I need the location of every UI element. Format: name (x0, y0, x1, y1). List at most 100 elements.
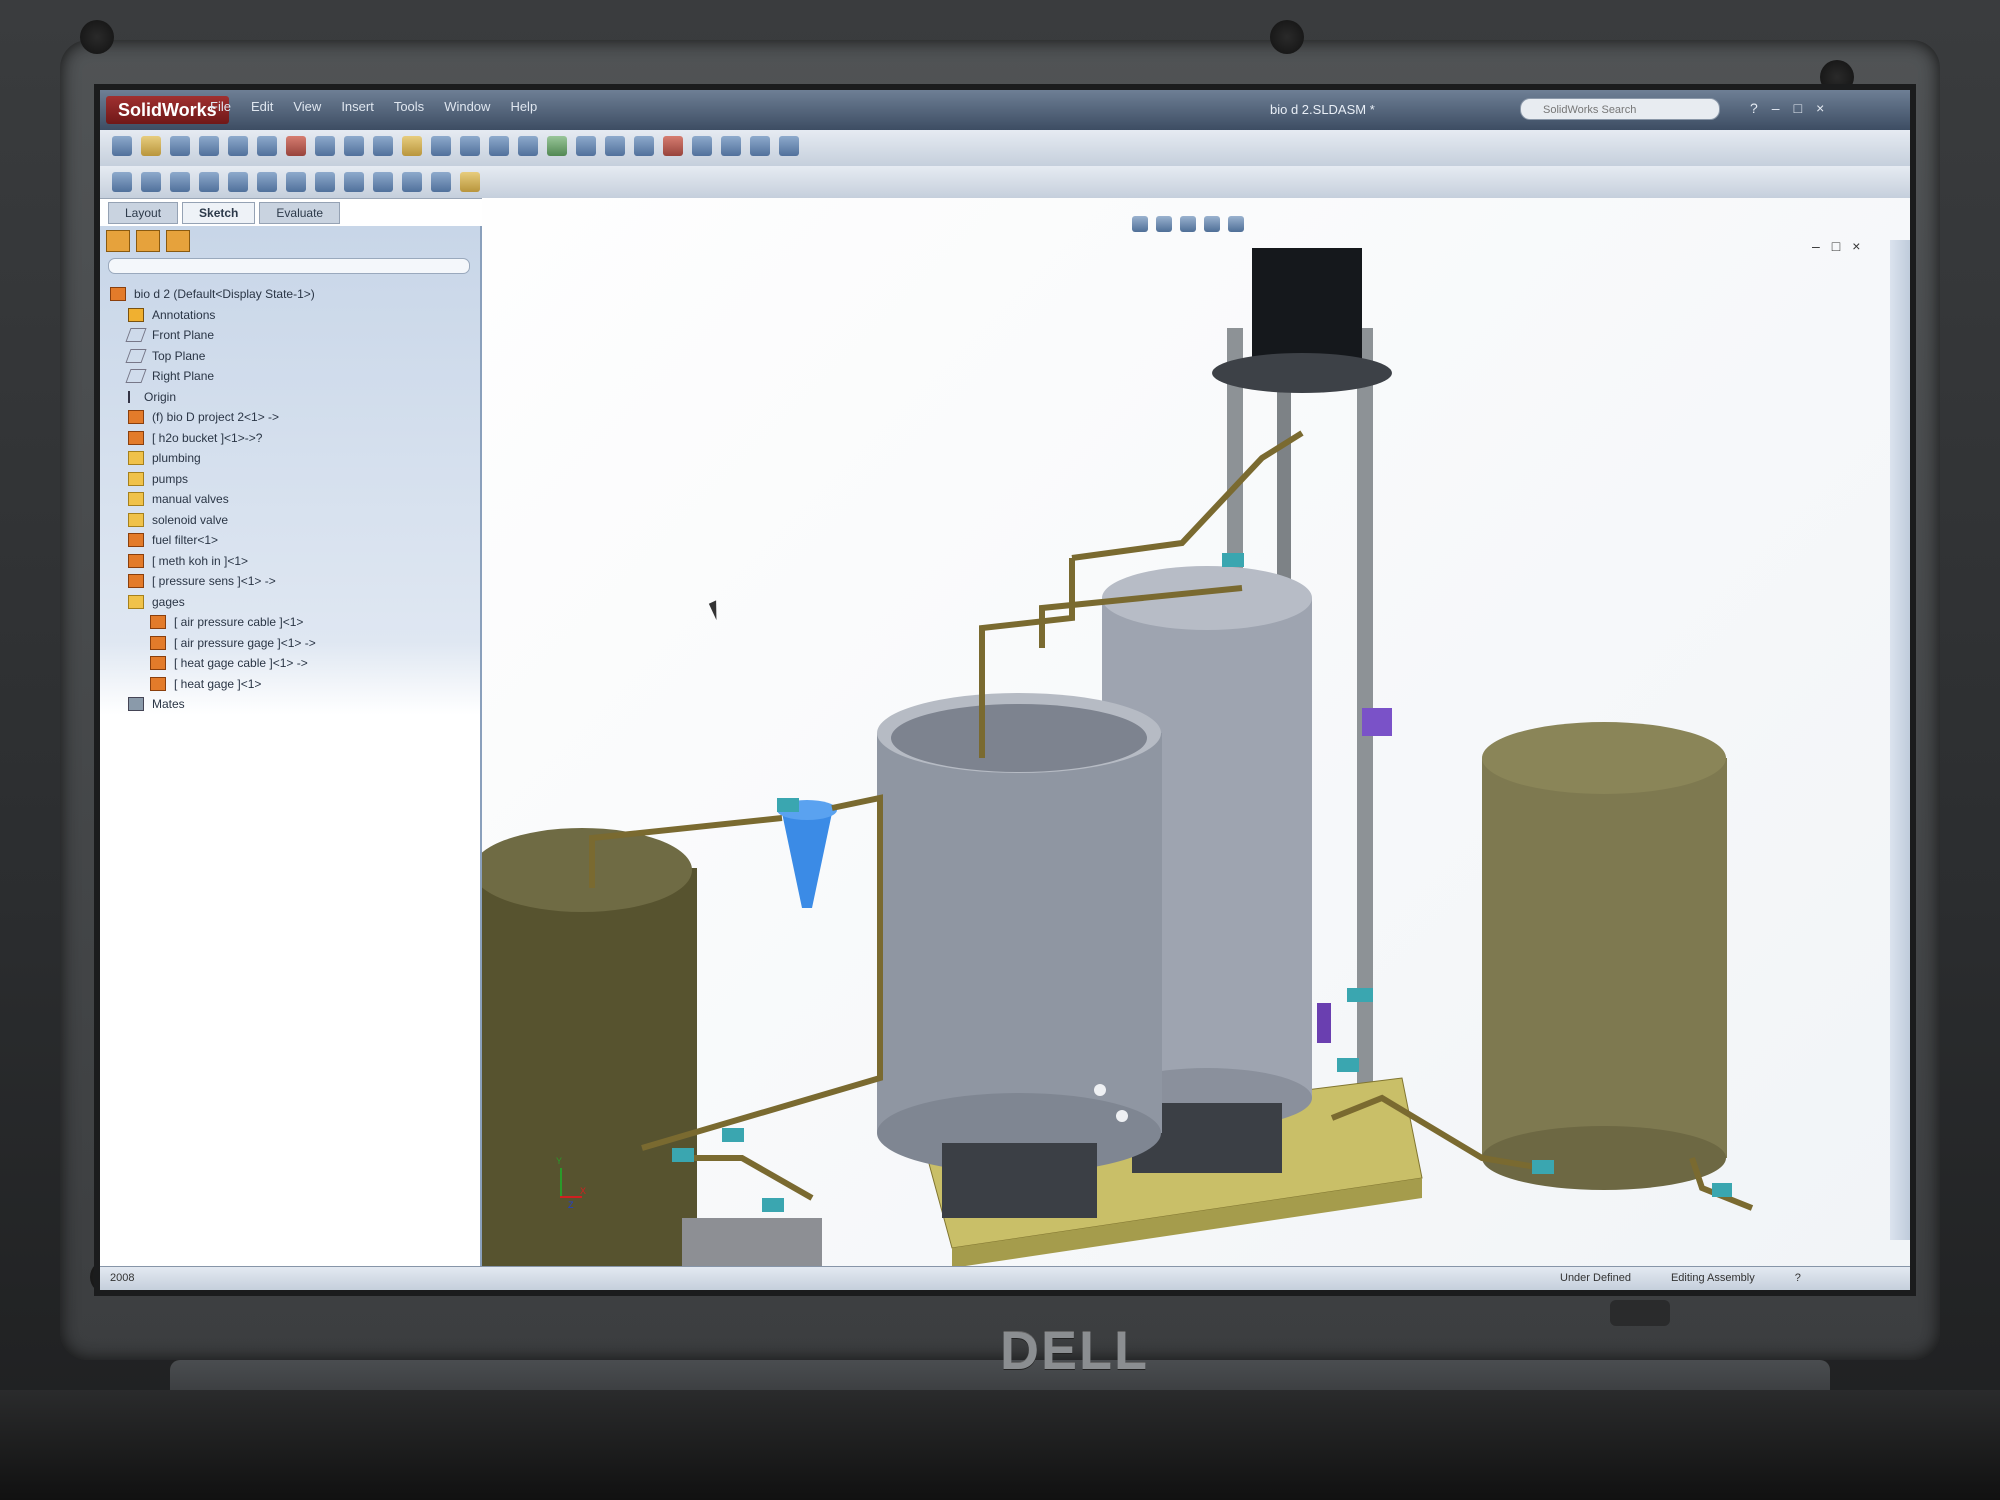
pump-box (682, 1218, 822, 1266)
feature-tree-icon[interactable] (106, 230, 130, 252)
search-input[interactable]: SolidWorks Search (1520, 98, 1720, 120)
mirror-icon[interactable] (344, 172, 364, 192)
menu-insert[interactable]: Insert (341, 99, 374, 114)
valve (1347, 988, 1373, 1002)
part-icon (128, 553, 144, 568)
wash-tank-opening (891, 704, 1147, 772)
menu-edit[interactable]: Edit (251, 99, 273, 114)
display-style-icon[interactable] (605, 136, 625, 156)
status-help[interactable]: ? (1795, 1272, 1801, 1284)
oil-tank-top (482, 828, 692, 912)
tree-item[interactable]: [ air pressure cable ]<1> (110, 612, 316, 633)
status-editing: Editing Assembly (1670, 1272, 1755, 1284)
redo-icon[interactable] (257, 136, 277, 156)
move-component-icon[interactable] (750, 136, 770, 156)
repair-sketch-icon[interactable] (460, 172, 480, 192)
offset-icon[interactable] (315, 172, 335, 192)
appearance-icon[interactable] (663, 136, 683, 156)
zoom-area-icon[interactable] (460, 136, 480, 156)
menu-window[interactable]: Window (444, 99, 490, 114)
minimize-button[interactable]: – (1772, 100, 1780, 116)
tree-item[interactable]: [ heat gage cable ]<1> -> (110, 653, 316, 674)
options-icon[interactable] (315, 136, 335, 156)
part-icon (150, 615, 166, 630)
undo-icon[interactable] (228, 136, 248, 156)
section-view-icon[interactable] (547, 136, 567, 156)
menu-file[interactable]: File (210, 99, 231, 114)
menu-help[interactable]: Help (510, 99, 537, 114)
tab-evaluate[interactable]: Evaluate (259, 202, 341, 224)
relations-icon[interactable] (402, 172, 422, 192)
rebuild-icon[interactable] (286, 136, 306, 156)
tree-item[interactable]: [ pressure sens ]<1> -> (110, 571, 316, 592)
tree-item[interactable]: Origin (110, 387, 316, 408)
tree-item[interactable]: [ heat gage ]<1> (110, 674, 316, 695)
tree-item[interactable]: gages (110, 592, 316, 613)
arc-icon[interactable] (199, 172, 219, 192)
rectangle-icon[interactable] (141, 172, 161, 192)
assembly-model[interactable] (482, 198, 1910, 1266)
grid-icon[interactable] (431, 172, 451, 192)
close-button[interactable]: × (1816, 100, 1824, 116)
tree-item[interactable]: solenoid valve (110, 510, 316, 531)
tree-item[interactable]: [ air pressure gage ]<1> -> (110, 633, 316, 654)
help-button[interactable]: ? (1750, 100, 1758, 116)
tree-item[interactable]: (f) bio D project 2<1> -> (110, 407, 316, 428)
x-axis-line (560, 1196, 582, 1198)
menu-view[interactable]: View (293, 99, 321, 114)
pan-icon[interactable] (518, 136, 538, 156)
tree-item[interactable]: pumps (110, 469, 316, 490)
open-icon[interactable] (141, 136, 161, 156)
tab-sketch[interactable]: Sketch (182, 202, 256, 224)
smart-dimension-icon[interactable] (402, 136, 422, 156)
polygon-icon[interactable] (257, 172, 277, 192)
graphics-area[interactable]: –□× X Y Z (482, 198, 1910, 1266)
zoom-fit-icon[interactable] (431, 136, 451, 156)
part-icon (150, 676, 166, 691)
insert-component-icon[interactable] (692, 136, 712, 156)
tree-root[interactable]: bio d 2 (Default<Display State-1>) (110, 284, 316, 305)
task-pane-bar[interactable] (1890, 240, 1910, 1240)
configuration-manager-icon[interactable] (166, 230, 190, 252)
tree-item[interactable]: Front Plane (110, 325, 316, 346)
pattern-icon[interactable] (373, 172, 393, 192)
tree-item[interactable]: manual valves (110, 489, 316, 510)
view-orientation-icon[interactable] (576, 136, 596, 156)
part-icon (128, 574, 144, 589)
motor-plate (1212, 353, 1392, 393)
power-button (1610, 1300, 1670, 1326)
maximize-button[interactable]: □ (1794, 100, 1802, 116)
trim-icon[interactable] (286, 172, 306, 192)
shaded-icon[interactable] (634, 136, 654, 156)
tree-item[interactable]: [ h2o bucket ]<1>->? (110, 428, 316, 449)
mate-icon[interactable] (721, 136, 741, 156)
circle-icon[interactable] (170, 172, 190, 192)
tree-item-mates[interactable]: Mates (110, 694, 316, 715)
tab-layout[interactable]: Layout (108, 202, 179, 224)
line-icon[interactable] (112, 172, 132, 192)
select-icon[interactable] (344, 136, 364, 156)
plane-icon (125, 348, 147, 363)
tree-item[interactable]: Top Plane (110, 346, 316, 367)
tree-item[interactable]: fuel filter<1> (110, 530, 316, 551)
sketch-icon[interactable] (373, 136, 393, 156)
tree-item[interactable]: plumbing (110, 448, 316, 469)
assembly-feature-icon[interactable] (779, 136, 799, 156)
property-manager-icon[interactable] (136, 230, 160, 252)
print-icon[interactable] (199, 136, 219, 156)
feature-tree: bio d 2 (Default<Display State-1>) Annot… (110, 284, 316, 715)
new-icon[interactable] (112, 136, 132, 156)
folder-icon (128, 492, 144, 507)
spline-icon[interactable] (228, 172, 248, 192)
valve (722, 1128, 744, 1142)
menu-tools[interactable]: Tools (394, 99, 424, 114)
folder-icon (128, 451, 144, 466)
tree-filter-input[interactable] (108, 258, 470, 274)
tree-item[interactable]: Annotations (110, 305, 316, 326)
dell-logo: DELL (1000, 1321, 1149, 1381)
plane-icon (125, 328, 147, 343)
tree-item[interactable]: Right Plane (110, 366, 316, 387)
rotate-icon[interactable] (489, 136, 509, 156)
save-icon[interactable] (170, 136, 190, 156)
tree-item[interactable]: [ meth koh in ]<1> (110, 551, 316, 572)
